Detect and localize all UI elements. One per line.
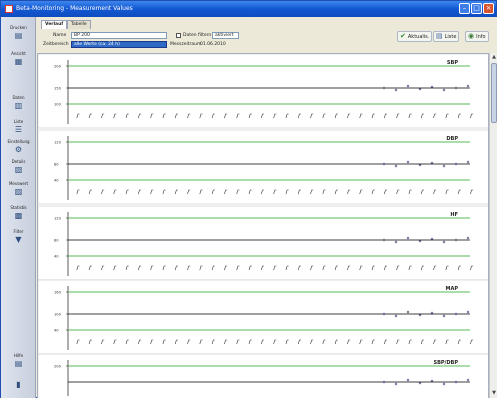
sidebar-button-7[interactable]: Statistik ▩ [4, 205, 33, 220]
sidebar-button-label: Drucken [10, 25, 27, 30]
tab-tabelle[interactable]: Tabelle [67, 20, 91, 29]
details-icon: ▧ [14, 165, 23, 174]
print-preview-icon: ▤ [436, 32, 443, 40]
list-icon: ☰ [14, 125, 23, 134]
sidebar-button-label: Messwert [8, 181, 29, 186]
y-tick-label: 200 [54, 365, 62, 369]
statistics-icon: ▩ [14, 211, 23, 220]
refresh-button[interactable]: ✔ Aktualis. [397, 31, 433, 42]
charts-svg: SBP 200 150 100 DBP 120 80 40 HF 120 80 40 MAP 160 100… [38, 54, 488, 398]
window-title: Beta-Monitoring - Measurement Values [16, 5, 133, 12]
sidebar-button-5[interactable]: Details ▧ [4, 159, 33, 174]
y-tick-label: 40 [54, 255, 59, 259]
sidebar-button-10[interactable]: ▮ [4, 379, 33, 389]
time-range-select[interactable]: alle Werte (ca. 24 h) [71, 41, 167, 48]
scroll-up-icon[interactable]: ▲ [491, 54, 497, 61]
close-button[interactable]: × [483, 3, 494, 14]
y-tick-label: 40 [54, 179, 59, 183]
y-tick-label: 100 [54, 313, 62, 317]
time-range-label: Zeitbereich [43, 42, 69, 47]
sidebar-button-8[interactable]: Filter ▼ [4, 229, 33, 244]
y-tick-label: 80 [54, 239, 59, 243]
sidebar-button-label: Einstellung [7, 139, 30, 144]
title-bar: Beta-Monitoring - Measurement Values – □… [1, 1, 496, 17]
measurement-icon: ▨ [14, 187, 23, 196]
period-label: Messzeitraum [170, 42, 202, 47]
view-icon: ▦ [14, 57, 23, 66]
sidebar-button-4[interactable]: Einstellung ⚙ [4, 139, 33, 154]
name-label: Name [53, 33, 67, 38]
y-tick-label: 150 [54, 87, 62, 91]
help-icon: ▤ [14, 359, 23, 368]
minimize-button[interactable]: – [459, 3, 470, 14]
vertical-scrollbar[interactable]: ▲ ▼ [489, 53, 497, 398]
exit-icon: ▮ [16, 380, 21, 389]
y-tick-label: 200 [54, 65, 62, 69]
filter-checkbox[interactable] [176, 33, 181, 38]
sidebar-button-label: Details [11, 159, 26, 164]
sidebar-button-label: Liste [13, 119, 24, 124]
chart-area: SBP 200 150 100 DBP 120 80 40 HF 120 80 40 MAP 160 100… [37, 53, 489, 398]
info-button[interactable]: ◉ Info [465, 31, 489, 42]
sidebar-button-label: Daten [12, 95, 25, 100]
y-tick-label: 120 [54, 217, 62, 221]
app-icon [5, 5, 13, 13]
scroll-thumb[interactable] [491, 63, 497, 123]
list-button[interactable]: ▤ Liste [433, 31, 460, 42]
filter-value[interactable]: aktiviert [212, 32, 239, 39]
y-tick-label: 160 [54, 291, 62, 295]
sidebar-button-label: Hilfe [13, 353, 24, 358]
sidebar-button-2[interactable]: Daten ▥ [4, 95, 33, 110]
sidebar-button-6[interactable]: Messwert ▨ [4, 181, 33, 196]
y-tick-label: 120 [54, 141, 62, 145]
filter-label: Daten filtern [183, 33, 212, 38]
sidebar-button-0[interactable]: Drucken ▤ [4, 25, 33, 40]
sidebar-button-label: Ansicht [11, 51, 26, 56]
y-tick-label: 40 [54, 329, 59, 333]
printer-icon: ▤ [14, 31, 23, 40]
sidebar-button-label: Statistik [10, 205, 27, 210]
checkmark-icon: ✔ [400, 32, 406, 40]
period-value: 01.06.2010 [200, 42, 226, 47]
left-toolbar: Drucken ▤ Ansicht ▦ Daten ▥ Liste ☰ Einstellung ⚙… [1, 17, 36, 398]
scroll-down-icon[interactable]: ▼ [491, 390, 497, 397]
chart-title: DBP [446, 136, 458, 142]
info-icon: ◉ [468, 32, 475, 40]
header-panel: Verlauf Tabelle Name BP 200 Daten filter… [37, 17, 497, 53]
data-icon: ▥ [14, 101, 23, 110]
chart-title: HF [450, 212, 458, 218]
tab-verlauf[interactable]: Verlauf [41, 20, 68, 29]
filter-icon: ▼ [15, 235, 22, 244]
name-input[interactable]: BP 200 [71, 32, 167, 39]
sidebar-button-9[interactable]: Hilfe ▤ [4, 353, 33, 368]
chart-title: MAP [445, 286, 458, 292]
sidebar-button-1[interactable]: Ansicht ▦ [4, 51, 33, 66]
chart-title: SBP/DBP [433, 360, 458, 366]
maximize-button[interactable]: □ [471, 3, 482, 14]
sidebar-button-3[interactable]: Liste ☰ [4, 119, 33, 134]
y-tick-label: 100 [54, 103, 62, 107]
chart-title: SBP [447, 60, 458, 66]
chart-panel [38, 353, 488, 398]
y-tick-label: 80 [54, 163, 59, 167]
app-window: Beta-Monitoring - Measurement Values – □… [0, 0, 497, 398]
settings-icon: ⚙ [14, 145, 23, 154]
sidebar-button-label: Filter [13, 229, 24, 234]
